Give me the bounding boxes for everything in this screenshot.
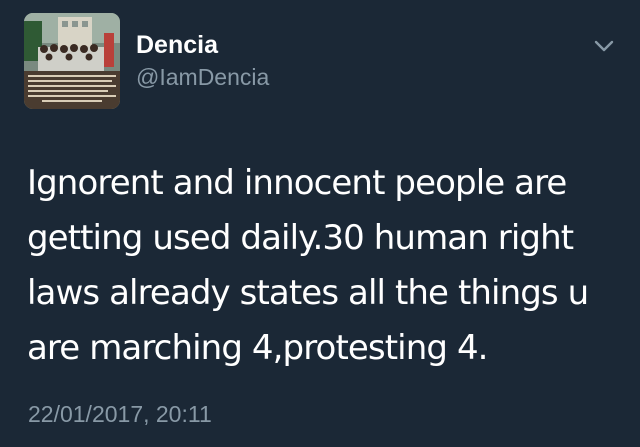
tweet-timestamp[interactable]: 22/01/2017, 20:11	[28, 400, 212, 428]
tweet-menu-button[interactable]	[590, 36, 618, 56]
avatar-photo-icon	[24, 13, 120, 109]
chevron-down-icon	[594, 40, 614, 52]
tweet-card: Dencia @IamDencia Ignorent and innocent …	[0, 0, 640, 447]
author-avatar[interactable]	[24, 13, 120, 109]
author-display-name[interactable]: Dencia	[136, 30, 218, 60]
tweet-text-line: are marching 4,protesting 4.	[27, 328, 488, 368]
tweet-text-line: getting used daily.30 human right	[27, 218, 574, 258]
tweet-text: Ignorent and innocent people are getting…	[27, 156, 617, 376]
author-handle[interactable]: @IamDencia	[136, 63, 269, 91]
tweet-text-line: laws already states all the things u	[27, 273, 589, 313]
tweet-text-line: Ignorent and innocent people are	[27, 163, 567, 203]
